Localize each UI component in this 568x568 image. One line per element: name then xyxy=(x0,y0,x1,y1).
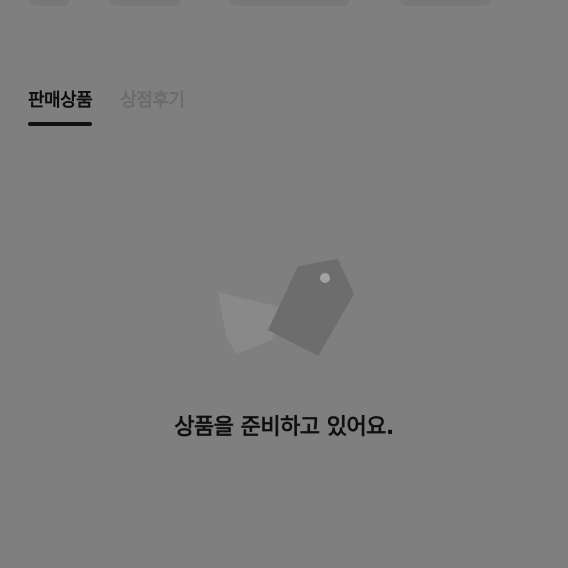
cut-off-text xyxy=(110,0,180,6)
tab-products[interactable]: 판매상품 xyxy=(28,86,93,126)
shop-page: 판매상품 상점후기 상품을 준비하고 있어요. xyxy=(0,0,568,568)
cut-off-text xyxy=(230,0,350,6)
shop-tabs: 판매상품 상점후기 xyxy=(28,86,185,126)
tag-hole xyxy=(320,273,330,283)
price-tag-icon xyxy=(218,259,354,356)
cut-off-header xyxy=(0,0,568,14)
cut-off-text xyxy=(30,0,70,6)
cut-off-text xyxy=(400,0,490,6)
tag-body xyxy=(268,259,354,356)
empty-state-message: 상품을 준비하고 있어요. xyxy=(174,415,394,440)
tab-reviews[interactable]: 상점후기 xyxy=(120,86,185,126)
